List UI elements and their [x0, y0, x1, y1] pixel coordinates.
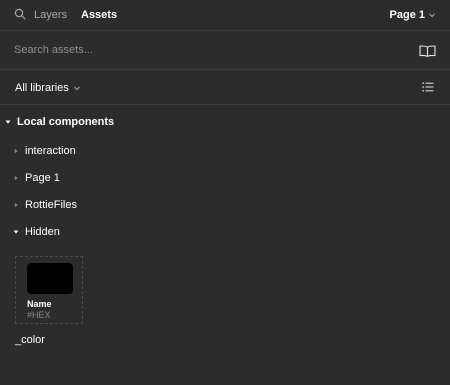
divider — [0, 104, 450, 105]
tab-assets[interactable]: Assets — [81, 8, 117, 22]
tab-layers[interactable]: Layers — [34, 8, 67, 22]
divider — [0, 69, 450, 70]
group-label: interaction — [25, 145, 76, 157]
group-interaction[interactable]: interaction — [0, 140, 450, 162]
color-swatch — [27, 263, 73, 294]
group-label: Hidden — [25, 226, 60, 238]
search-icon[interactable] — [14, 8, 26, 20]
component-tile[interactable]: Name #HEX — [15, 256, 83, 324]
component-name: _color — [15, 334, 45, 346]
caret-right-icon — [14, 148, 18, 154]
caret-down-icon — [13, 230, 19, 234]
panel-header: Layers Assets Page 1 — [0, 0, 450, 31]
group-label: Page 1 — [25, 172, 60, 184]
list-view-icon[interactable] — [422, 81, 434, 93]
swatch-name: Name — [27, 299, 52, 309]
section-local-components[interactable]: Local components — [0, 111, 450, 133]
assets-panel: Layers Assets Page 1 All libraries — [0, 0, 450, 385]
caret-down-icon — [5, 120, 11, 124]
section-title: Local components — [17, 116, 115, 128]
search-row — [0, 31, 450, 69]
library-select[interactable]: All libraries — [15, 81, 81, 95]
chevron-down-icon — [73, 86, 80, 91]
group-page-1[interactable]: Page 1 — [0, 167, 450, 189]
search-assets-input[interactable] — [10, 39, 398, 61]
group-rottiefiles[interactable]: RottieFiles — [0, 194, 450, 216]
page-selector-label: Page 1 — [389, 9, 425, 21]
page-selector[interactable]: Page 1 — [390, 8, 436, 22]
group-label: RottieFiles — [25, 199, 77, 211]
caret-right-icon — [14, 202, 18, 208]
chevron-down-icon — [429, 13, 435, 18]
swatch-hex: #HEX — [27, 310, 51, 320]
library-select-label: All libraries — [15, 82, 69, 94]
caret-right-icon — [14, 175, 18, 181]
group-hidden[interactable]: Hidden — [0, 221, 450, 243]
library-filter-row: All libraries — [0, 72, 450, 102]
book-icon[interactable] — [419, 45, 436, 57]
